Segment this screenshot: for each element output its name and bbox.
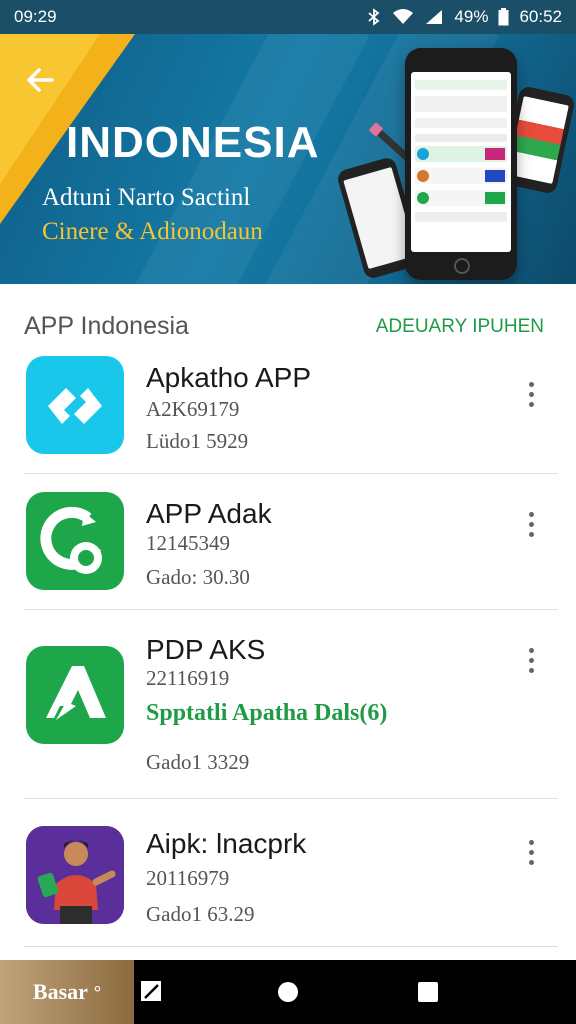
app-name[interactable]: Aipk: lnacprk (146, 828, 306, 860)
brand-label: Basar (32, 979, 88, 1004)
navigation-bar: Basar ° (0, 960, 576, 1024)
list-item[interactable]: PDP AKS 22116919 Spptatli Apatha Dals(6)… (0, 628, 576, 798)
more-options-icon[interactable] (516, 374, 546, 414)
banner-title: INDONESIA (66, 118, 320, 167)
bluetooth-icon (366, 8, 382, 26)
phone-illustration (405, 48, 517, 280)
app-name[interactable]: Apkatho APP (146, 362, 311, 394)
list-item[interactable]: Aipk: lnacprk 20116979 Gado1 63.29 (0, 822, 576, 946)
app-meta: Gado1 63.29 (146, 902, 255, 926)
hero-banner: INDONESIA Adtuni Narto Sactinl Cinere & … (0, 34, 576, 284)
battery-icon (498, 8, 509, 26)
status-icons: 49% 60:52 (366, 7, 562, 27)
divider (24, 609, 558, 610)
app-id: 22116919 (146, 666, 230, 690)
banner-subtitle: Adtuni Narto Sactinl (42, 184, 251, 211)
back-arrow-icon[interactable] (22, 62, 58, 98)
diamond-arrows-icon[interactable] (26, 356, 124, 454)
brand-suffix: ° (93, 981, 102, 1002)
home-circle-icon[interactable] (276, 980, 300, 1004)
triangle-arrow-icon[interactable] (26, 646, 124, 744)
section-title: APP Indonesia (24, 312, 189, 340)
more-options-icon[interactable] (516, 504, 546, 544)
divider (24, 798, 558, 799)
wifi-icon (392, 8, 414, 26)
banner-subtitle-highlight: Cinere & Adionodaun (42, 218, 263, 245)
section-link[interactable]: ADEUARY IPUHEN (376, 316, 544, 338)
app-id: 12145349 (146, 531, 230, 555)
person-character-icon[interactable] (26, 826, 124, 924)
app-meta: Lüdo1 5929 (146, 429, 249, 453)
recent-square-icon[interactable] (416, 980, 440, 1004)
status-time: 09:29 (14, 7, 57, 26)
more-options-icon[interactable] (516, 640, 546, 680)
app-meta: Gado: 30.30 (146, 565, 250, 589)
brand-button[interactable]: Basar ° (0, 960, 134, 1024)
status-clock: 60:52 (519, 7, 562, 26)
app-promo[interactable]: Spptatli Apatha Dals(6) (146, 700, 387, 727)
battery-level: 49% (454, 7, 489, 26)
signal-icon (424, 8, 444, 26)
app-meta: Gado1 3329 (146, 750, 250, 774)
list-item[interactable]: Apkatho APP A2K69179 Lüdo1 5929 (0, 354, 576, 474)
app-id: 20116979 (146, 866, 230, 890)
pen-square-icon[interactable] (140, 980, 164, 1004)
status-bar: 09:29 49% 60:52 (0, 0, 576, 34)
app-name[interactable]: APP Adak (146, 498, 272, 530)
divider (24, 473, 558, 474)
section-header: APP Indonesia ADEUARY IPUHEN (0, 284, 576, 354)
app-id: A2K69179 (146, 397, 240, 421)
divider (24, 946, 558, 947)
more-options-icon[interactable] (516, 832, 546, 872)
app-name[interactable]: PDP AKS (146, 634, 265, 666)
list-item[interactable]: APP Adak 12145349 Gado: 30.30 (0, 490, 576, 610)
circle-play-icon[interactable] (26, 492, 124, 590)
